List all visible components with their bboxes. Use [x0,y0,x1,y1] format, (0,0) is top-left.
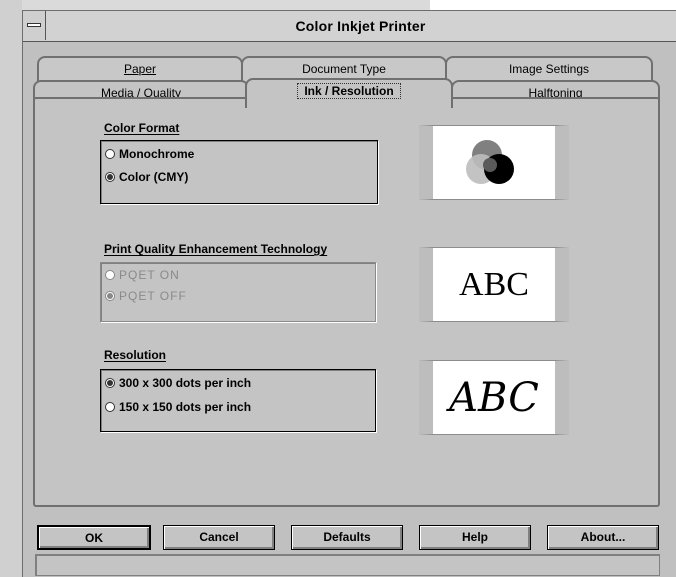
option-label: PQET ON [119,268,180,282]
color-cmy-radio[interactable]: Color (CMY) [105,170,188,184]
resolution-preview: ABC [419,360,569,435]
about-button[interactable]: About... [547,525,659,550]
preview-text: ABC [459,265,529,303]
option-label: Color (CMY) [119,170,189,184]
window-title: Color Inkjet Printer [295,18,426,34]
radio-checked-icon [105,172,115,182]
monochrome-radio[interactable]: Monochrome [105,147,194,161]
cancel-button[interactable]: Cancel [163,525,275,550]
resolution-150-radio[interactable]: 150 x 150 dots per inch [105,400,251,414]
system-menu-icon [27,23,41,27]
tab-label: Image Settings [508,62,590,76]
tab-ink-resolution[interactable]: Ink / Resolution [245,78,453,108]
resolution-300-radio[interactable]: 300 x 300 dots per inch [105,376,251,390]
option-label: PQET OFF [119,289,187,303]
help-button[interactable]: Help [419,525,531,550]
pqet-label: Print Quality Enhancement Technology [104,242,328,256]
preview-text: ABC [449,374,539,421]
status-bar [35,554,660,576]
pqet-on-radio[interactable]: PQET ON [105,268,180,282]
tab-label: Ink / Resolution [297,83,401,99]
defaults-button[interactable]: Defaults [291,525,403,550]
option-label: 300 x 300 dots per inch [119,376,252,390]
system-menu-button[interactable] [23,11,46,40]
printer-dialog: Color Inkjet Printer Paper Document Type… [22,10,676,577]
radio-checked-icon [105,291,115,301]
pqet-off-radio[interactable]: PQET OFF [105,289,187,303]
radio-unchecked-icon [105,270,115,280]
tab-image-settings[interactable]: Image Settings [445,56,653,82]
resolution-group: 300 x 300 dots per inch 150 x 150 dots p… [100,369,376,432]
radio-unchecked-icon [105,149,115,159]
option-label: Monochrome [119,147,195,161]
color-circles-icon [466,139,514,184]
pqet-preview: ABC [419,247,569,322]
pqet-group: PQET ON PQET OFF [100,262,376,322]
color-format-preview [419,125,569,200]
background-strip [0,0,22,577]
radio-checked-icon [105,378,115,388]
tab-paper[interactable]: Paper [37,56,243,82]
background-top [22,0,430,10]
ok-button[interactable]: OK [37,525,151,550]
resolution-label: Resolution [104,348,166,362]
option-label: 150 x 150 dots per inch [119,400,252,414]
color-format-label: Color Format [104,121,180,135]
radio-unchecked-icon [105,402,115,412]
tab-label: Document Type [302,62,386,76]
title-bar: Color Inkjet Printer [23,11,676,42]
tab-label: Paper [123,62,157,76]
color-format-group: Monochrome Color (CMY) [100,140,378,204]
